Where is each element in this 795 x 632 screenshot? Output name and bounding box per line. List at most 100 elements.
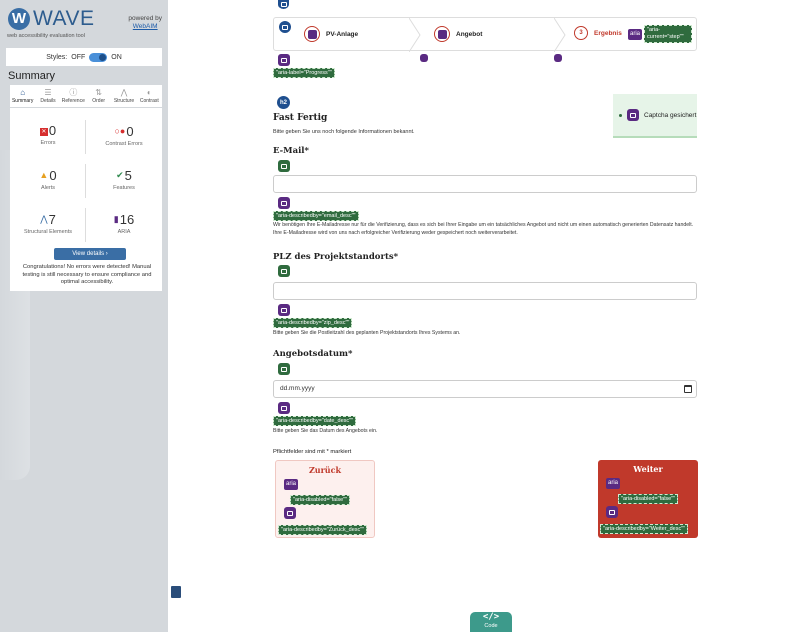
calendar-icon[interactable] (684, 385, 692, 393)
badge-inner (281, 57, 287, 63)
error-icon: ✕ (39, 128, 48, 136)
step-pv-anlage[interactable]: PV-Anlage (304, 26, 358, 42)
features-count: 5 (124, 168, 132, 183)
wave-sidebar: W WAVE web accessibility evaluation tool… (0, 0, 168, 632)
step-separator-icon (409, 18, 421, 52)
powered-by: powered by WebAIM (128, 15, 162, 31)
tab-order[interactable]: ⇅ Order (86, 85, 111, 107)
captcha-status: Captcha gesichert (613, 94, 697, 138)
stat-features[interactable]: ✔5 Features (86, 168, 162, 192)
back-button[interactable]: Zurück aria "aria-disabled="false"" "ari… (275, 460, 375, 538)
aria-describedby-icon[interactable] (284, 507, 296, 519)
next-button[interactable]: Weiter aria "aria-disabled="false"" "ari… (598, 460, 698, 538)
styles-label: Styles: (46, 53, 68, 61)
aria-describedby-tag: "aria-describedby="email_desc"" (273, 211, 359, 221)
date-label: Angebotsdatum* (273, 349, 353, 359)
tab-reference[interactable]: ⓘ Reference (61, 85, 86, 107)
stat-contrast-errors[interactable]: ○●0 Contrast Errors (86, 124, 162, 148)
zip-input[interactable] (273, 282, 697, 300)
email-input[interactable] (273, 175, 697, 193)
aria-badge[interactable]: aria (628, 29, 643, 40)
stat-aria[interactable]: ▮16 ARIA (86, 212, 162, 236)
wave-title: WAVE (33, 7, 95, 30)
required-note: Pflichtfelder sind mit * markiert (273, 449, 352, 455)
aria-current-tag: "aria-current="step"" (644, 25, 692, 43)
aria-describedby-icon[interactable] (278, 402, 290, 414)
wave-tagline: web accessibility evaluation tool (7, 33, 85, 39)
aria-icon[interactable] (554, 54, 562, 62)
tab-details[interactable]: ☰ Details (35, 85, 60, 107)
tab-summary[interactable]: ⌂ Summary (10, 85, 35, 107)
list-icon[interactable] (279, 21, 291, 33)
code-toggle-button[interactable]: </> Code (470, 612, 512, 632)
alerts-count: 0 (49, 168, 57, 183)
tab-structure[interactable]: ⋀ Structure (111, 85, 136, 107)
badge-inner (281, 307, 287, 313)
structural-label: Structural Elements (24, 229, 72, 235)
label-icon[interactable] (278, 265, 290, 277)
aria-describedby-tag: "aria-describedby="Zurück_desc"" (278, 525, 368, 535)
step-icon-inner (307, 29, 317, 39)
page-heading: Fast Fertig (273, 113, 328, 123)
aria-describedby-tag: "aria-describedby="Weiter_desc"" (600, 524, 689, 534)
tab-contrast[interactable]: ◐ Contrast (137, 85, 162, 107)
stat-alerts[interactable]: ▲0 Alerts (10, 168, 86, 192)
aria-label-icon[interactable] (278, 54, 290, 66)
back-button-label: Zurück (308, 465, 342, 475)
info-icon: ⓘ (69, 88, 78, 97)
feature-icon: ✔ (116, 170, 124, 180)
heading-h2-icon[interactable]: h2 (277, 96, 290, 109)
badge-inner (281, 405, 287, 411)
summary-heading: Summary (8, 70, 56, 82)
step-angebot[interactable]: Angebot (434, 26, 482, 42)
contrast-errors-label: Contrast Errors (105, 141, 143, 147)
styles-off-label: OFF (71, 53, 86, 61)
progress-stepper: PV-Anlage Angebot 3 Ergebnis aria "aria-… (273, 17, 697, 52)
label-icon[interactable] (278, 363, 290, 375)
captcha-icon[interactable] (627, 109, 639, 121)
step-label: Ergebnis (594, 29, 622, 37)
aria-describedby-tag: "aria-describedby="zip_desc"" (273, 318, 353, 328)
date-help-text: Bitte geben Sie das Datum des Angebots e… (273, 428, 378, 434)
stat-errors[interactable]: ✕ 0 Errors (10, 124, 86, 146)
captcha-dot (619, 113, 622, 117)
page-structure-icon[interactable] (170, 585, 182, 599)
step-ergebnis[interactable]: 3 Ergebnis (574, 26, 622, 40)
badge-inner (281, 268, 287, 274)
badge-inner (280, 2, 287, 7)
aria-icon[interactable] (420, 54, 428, 62)
wave-structure-icon[interactable] (278, 0, 289, 9)
aria-badge[interactable]: aria (284, 479, 299, 490)
label-icon[interactable] (278, 160, 290, 172)
styles-toggle-row: Styles: OFF ON (6, 48, 162, 66)
styles-on-label: ON (111, 53, 122, 61)
contrast-error-icon: ○● (114, 126, 126, 136)
aria-describedby-icon[interactable] (278, 197, 290, 209)
badge-inner (609, 509, 615, 515)
aria-describedby-icon[interactable] (278, 304, 290, 316)
styles-toggle[interactable] (89, 52, 108, 62)
contrast-errors-count: 0 (126, 124, 134, 139)
home-icon: ⌂ (20, 88, 26, 97)
aria-badge[interactable]: aria (606, 478, 621, 489)
summary-body: ✕ 0 Errors ○●0 Contrast Errors ▲0 Alerts … (10, 108, 162, 291)
contrast-icon: ◐ (146, 88, 152, 97)
errors-count: 0 (48, 123, 57, 138)
features-label: Features (113, 185, 135, 191)
tab-label: Contrast (139, 98, 159, 104)
tab-label: Summary (11, 98, 34, 104)
stat-structural[interactable]: ⋀7 Structural Elements (10, 212, 86, 236)
aria-label: ARIA (117, 229, 131, 235)
aria-describedby-tag: "aria-describedby="date_desc"" (273, 416, 357, 426)
step-icon-inner (437, 29, 447, 39)
aria-describedby-icon[interactable] (606, 506, 618, 518)
webaim-link[interactable]: WebAIM (128, 23, 162, 31)
tab-label: Reference (61, 98, 85, 104)
captcha-label: Captcha gesichert (644, 111, 697, 119)
date-input[interactable]: dd.mm.yyyy (273, 380, 697, 398)
wave-header: W WAVE web accessibility evaluation tool… (6, 6, 162, 40)
alerts-label: Alerts (40, 185, 56, 191)
step-icon (434, 26, 450, 42)
view-details-button[interactable]: View details › (54, 248, 126, 260)
step-icon (304, 26, 320, 42)
